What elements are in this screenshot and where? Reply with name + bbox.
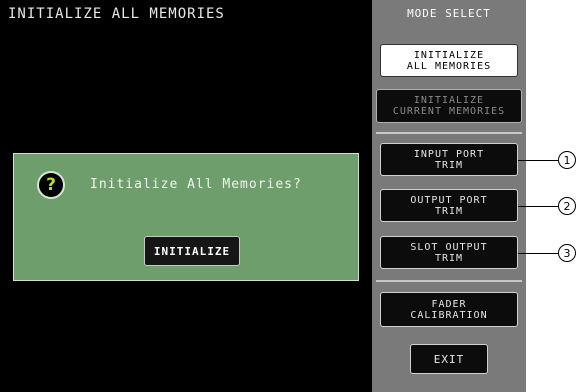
mode-select-title: MODE SELECT bbox=[407, 7, 491, 20]
callout-2: 2 bbox=[558, 197, 576, 215]
callout-3: 3 bbox=[558, 244, 576, 262]
slot-output-trim-button[interactable]: SLOT OUTPUT TRIM bbox=[380, 236, 518, 269]
separator bbox=[376, 280, 522, 282]
initialize-button[interactable]: INITIALIZE bbox=[144, 236, 240, 266]
callout-line bbox=[518, 160, 558, 161]
initialize-all-memories-button[interactable]: INITIALIZE ALL MEMORIES bbox=[380, 44, 518, 77]
question-icon: ? bbox=[37, 171, 65, 199]
callout-line bbox=[518, 253, 558, 254]
callout-1: 1 bbox=[558, 151, 576, 169]
separator bbox=[376, 132, 522, 134]
main-screen: INITIALIZE ALL MEMORIES ? Initialize All… bbox=[0, 0, 372, 392]
dialog-message: Initialize All Memories? bbox=[90, 177, 302, 192]
initialize-current-memories-button[interactable]: INITIALIZE CURRENT MEMORIES bbox=[376, 89, 522, 123]
exit-button[interactable]: EXIT bbox=[410, 344, 488, 374]
input-port-trim-button[interactable]: INPUT PORT TRIM bbox=[380, 143, 518, 176]
output-port-trim-button[interactable]: OUTPUT PORT TRIM bbox=[380, 189, 518, 222]
mode-select-panel: MODE SELECT INITIALIZE ALL MEMORIES INIT… bbox=[372, 0, 526, 392]
confirm-dialog: ? Initialize All Memories? INITIALIZE bbox=[13, 153, 359, 281]
screen-title: INITIALIZE ALL MEMORIES bbox=[8, 6, 225, 22]
fader-calibration-button[interactable]: FADER CALIBRATION bbox=[380, 292, 518, 327]
callout-line bbox=[518, 206, 558, 207]
